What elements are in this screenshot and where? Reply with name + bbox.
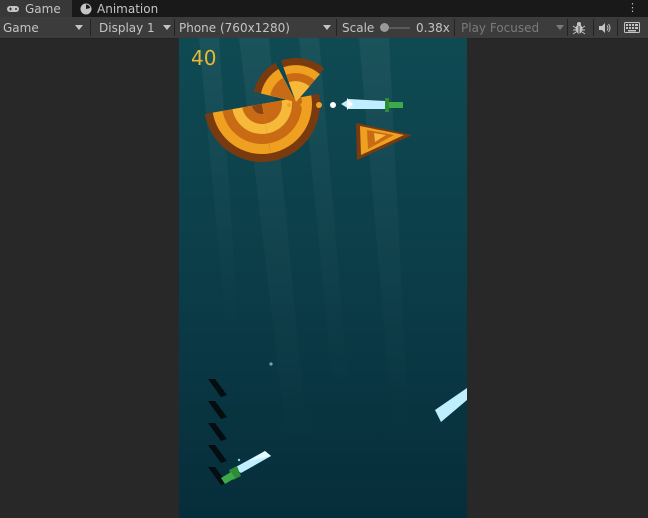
divider (174, 19, 175, 36)
more-options-icon[interactable]: ⋮ (627, 2, 638, 14)
chevron-down-icon (75, 25, 83, 30)
window-tab-bar: Game Animation ⋮ (0, 0, 648, 17)
knife-count-icon (208, 379, 227, 397)
tab-game[interactable]: Game (0, 0, 72, 17)
animation-icon (80, 3, 92, 15)
keyboard-icon[interactable] (624, 17, 640, 38)
display-select[interactable]: Display 1 (99, 17, 171, 38)
chevron-down-icon (163, 25, 171, 30)
scale-slider-handle[interactable] (380, 23, 389, 32)
player-knife[interactable] (221, 451, 271, 484)
scale-label: Scale (342, 20, 375, 35)
tab-label: Game (25, 1, 61, 16)
gamepad-icon (6, 4, 20, 14)
divider (617, 19, 618, 36)
tab-animation[interactable]: Animation (80, 0, 170, 17)
scale-value: 0.38x (416, 20, 450, 35)
bubble-particle (237, 458, 241, 462)
play-mode-select-value: Play Focused (461, 20, 540, 35)
divider (336, 19, 337, 36)
chevron-down-icon (323, 25, 331, 30)
game-scene: 40 (191, 38, 467, 485)
tab-label: Animation (97, 1, 159, 16)
remaining-knives-indicator (208, 379, 227, 485)
score-text: 40 (191, 46, 216, 70)
bubble-particle (269, 362, 273, 366)
display-select-value: Display 1 (99, 20, 155, 35)
divider (454, 19, 455, 36)
play-mode-select[interactable]: Play Focused (461, 17, 561, 38)
knife-count-icon (208, 445, 227, 463)
divider (593, 19, 594, 36)
divider (90, 19, 91, 36)
game-view-toolbar: Game Display 1 Phone (760x1280) Scale 0.… (0, 17, 648, 39)
knife-count-icon (208, 401, 227, 419)
knife-blade-offscreen (435, 388, 467, 422)
mute-audio-icon[interactable] (598, 17, 612, 38)
view-select-value: Game (3, 20, 39, 35)
game-viewport[interactable]: 40 (179, 38, 467, 518)
resolution-select-value: Phone (760x1280) (179, 20, 290, 35)
chevron-down-icon (556, 25, 564, 30)
resolution-select[interactable]: Phone (760x1280) (179, 17, 329, 38)
stats-bug-icon[interactable] (572, 17, 586, 38)
knife-count-icon (208, 423, 227, 441)
divider (567, 19, 568, 36)
